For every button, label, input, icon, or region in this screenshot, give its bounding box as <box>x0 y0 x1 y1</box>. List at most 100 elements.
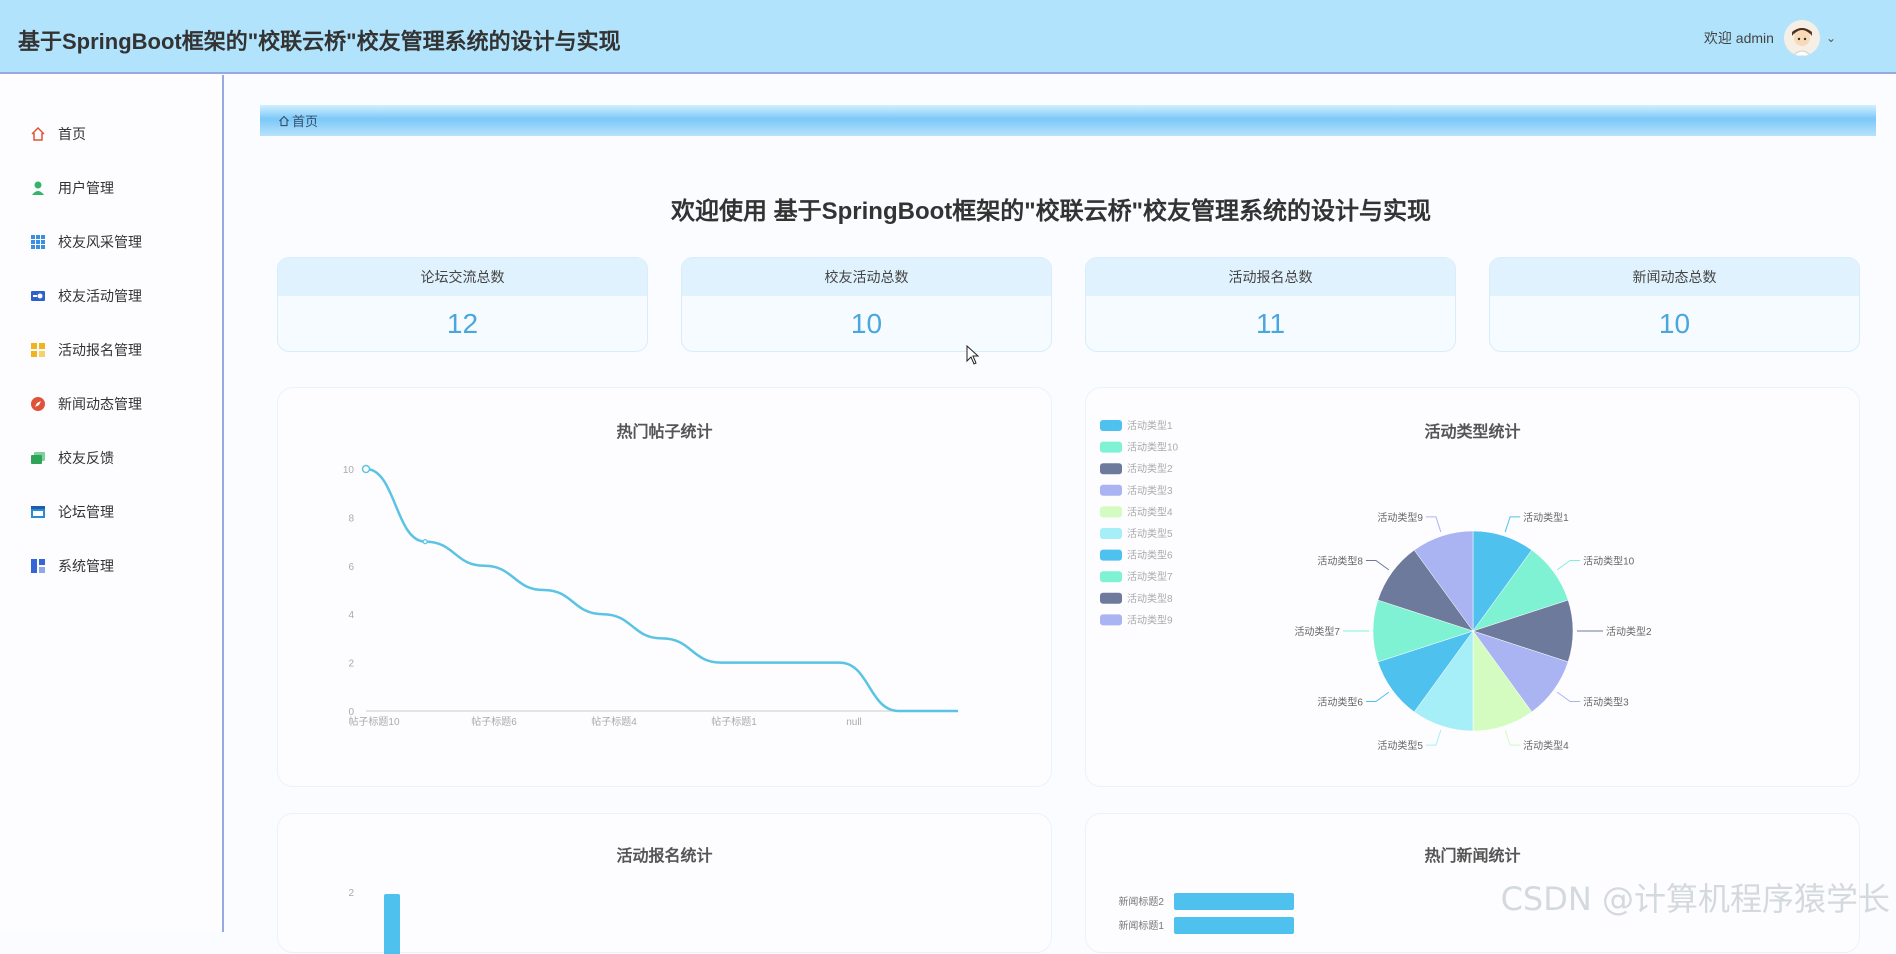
y-tick-label: 8 <box>348 513 354 524</box>
stat-value: 12 <box>278 296 647 352</box>
cards-icon <box>30 450 46 466</box>
sidebar-item-label: 校友风采管理 <box>58 232 142 252</box>
legend-label: 活动类型8 <box>1127 592 1173 605</box>
legend-swatch <box>1100 420 1122 431</box>
sidebar-item-system[interactable]: 系统管理 <box>30 554 114 578</box>
line-chart: 0246810帖子标题10帖子标题6帖子标题4帖子标题1null <box>278 388 1053 788</box>
legend-label: 活动类型7 <box>1127 570 1173 583</box>
label-line <box>1557 560 1580 569</box>
stat-card-signups: 活动报名总数 11 <box>1085 257 1456 352</box>
system-icon <box>30 558 46 574</box>
stat-value: 11 <box>1086 296 1455 352</box>
breadcrumb-home-link[interactable]: 首页 <box>292 111 318 130</box>
label-line <box>1366 692 1389 701</box>
home-icon <box>30 126 46 142</box>
legend-swatch <box>1100 506 1122 517</box>
x-tick-label: 帖子标题6 <box>471 715 517 728</box>
sidebar-item-signups[interactable]: 活动报名管理 <box>30 338 142 362</box>
slice-label: 活动类型3 <box>1583 696 1629 709</box>
y-tick-label: 6 <box>348 562 354 573</box>
label-line <box>1426 517 1441 532</box>
sidebar-item-activities[interactable]: 校友活动管理 <box>30 284 142 308</box>
sidebar-item-home[interactable]: 首页 <box>30 122 86 146</box>
bar <box>1174 893 1294 910</box>
grid-icon <box>30 234 46 250</box>
main-content: 首页 欢迎使用 基于SpringBoot框架的"校联云桥"校友管理系统的设计与实… <box>226 75 1896 932</box>
label-line <box>1557 692 1580 701</box>
page-title: 欢迎使用 基于SpringBoot框架的"校联云桥"校友管理系统的设计与实现 <box>226 191 1876 226</box>
stat-label: 校友活动总数 <box>682 258 1051 296</box>
y-tick-label: 2 <box>348 659 354 670</box>
stat-value: 10 <box>682 296 1051 352</box>
x-tick-label: 帖子标题10 <box>348 715 400 728</box>
breadcrumb: 首页 <box>260 105 1876 136</box>
legend-label: 活动类型4 <box>1127 505 1173 518</box>
slice-label: 活动类型9 <box>1377 511 1423 524</box>
legend-label: 活动类型6 <box>1127 549 1173 562</box>
stat-card-news: 新闻动态总数 10 <box>1489 257 1860 352</box>
user-avatar-icon <box>1784 20 1820 56</box>
sidebar-item-label: 校友反馈 <box>58 448 114 468</box>
data-point <box>363 466 370 473</box>
blocks-icon <box>30 342 46 358</box>
window-icon <box>30 504 46 520</box>
sidebar-item-label: 系统管理 <box>58 556 114 576</box>
sidebar-item-label: 新闻动态管理 <box>58 394 142 414</box>
x-tick-label: 帖子标题1 <box>711 715 757 728</box>
sidebar-item-label: 首页 <box>58 124 86 144</box>
welcome-text: 欢迎 admin <box>1704 28 1774 48</box>
legend-label: 活动类型10 <box>1127 441 1179 454</box>
sidebar-item-users[interactable]: 用户管理 <box>30 176 114 200</box>
user-menu[interactable]: 欢迎 admin ⌄ <box>1704 20 1836 56</box>
avatar[interactable] <box>1784 20 1820 56</box>
legend-swatch <box>1100 571 1122 582</box>
slice-label: 活动类型8 <box>1317 554 1363 567</box>
slice-label: 活动类型10 <box>1583 554 1635 567</box>
user-icon <box>30 180 46 196</box>
chevron-down-icon[interactable]: ⌄ <box>1826 31 1836 45</box>
hot-posts-chart-panel: 热门帖子统计 0246810帖子标题10帖子标题6帖子标题4帖子标题1null <box>277 387 1052 787</box>
legend-label: 活动类型3 <box>1127 484 1173 497</box>
signup-chart-panel: 活动报名统计 2 <box>277 813 1052 953</box>
sidebar-item-label: 校友活动管理 <box>58 286 142 306</box>
legend-label: 活动类型5 <box>1127 527 1173 540</box>
compass-icon <box>30 396 46 412</box>
top-header: 基于SpringBoot框架的"校联云桥"校友管理系统的设计与实现 欢迎 adm… <box>0 0 1896 74</box>
app-title: 基于SpringBoot框架的"校联云桥"校友管理系统的设计与实现 <box>18 24 621 56</box>
sidebar-item-news[interactable]: 新闻动态管理 <box>30 392 142 416</box>
legend-swatch <box>1100 614 1122 625</box>
stat-label: 新闻动态总数 <box>1490 258 1859 296</box>
bar <box>1174 917 1294 934</box>
y-tick-label: 新闻标题1 <box>1118 919 1164 932</box>
legend-label: 活动类型2 <box>1127 462 1173 475</box>
y-tick-label: 4 <box>348 610 354 621</box>
legend-swatch <box>1100 528 1122 539</box>
x-tick-label: 帖子标题4 <box>591 715 637 728</box>
y-tick-label: 10 <box>343 465 355 476</box>
legend-swatch <box>1100 593 1122 604</box>
sidebar-item-alumni-style[interactable]: 校友风采管理 <box>30 230 142 254</box>
stat-label: 论坛交流总数 <box>278 258 647 296</box>
sidebar-item-forum[interactable]: 论坛管理 <box>30 500 114 524</box>
bar <box>384 894 400 954</box>
sidebar-item-label: 用户管理 <box>58 178 114 198</box>
legend-label: 活动类型1 <box>1127 419 1173 432</box>
label-line <box>1505 517 1520 532</box>
slice-label: 活动类型2 <box>1606 625 1652 638</box>
sidebar-item-label: 活动报名管理 <box>58 340 142 360</box>
watermark: CSDN @计算机程序猿学长 <box>1501 874 1890 920</box>
label-line <box>1426 730 1441 745</box>
stat-card-forum: 论坛交流总数 12 <box>277 257 648 352</box>
slice-label: 活动类型1 <box>1523 511 1569 524</box>
toggle-icon <box>30 288 46 304</box>
label-line <box>1366 560 1389 569</box>
series-line <box>366 469 958 711</box>
label-line <box>1505 730 1520 745</box>
legend-swatch <box>1100 485 1122 496</box>
y-tick-label: 2 <box>348 888 354 899</box>
home-icon <box>278 115 290 127</box>
slice-label: 活动类型5 <box>1377 739 1423 752</box>
stat-label: 活动报名总数 <box>1086 258 1455 296</box>
sidebar-item-feedback[interactable]: 校友反馈 <box>30 446 114 470</box>
legend-swatch <box>1100 463 1122 474</box>
